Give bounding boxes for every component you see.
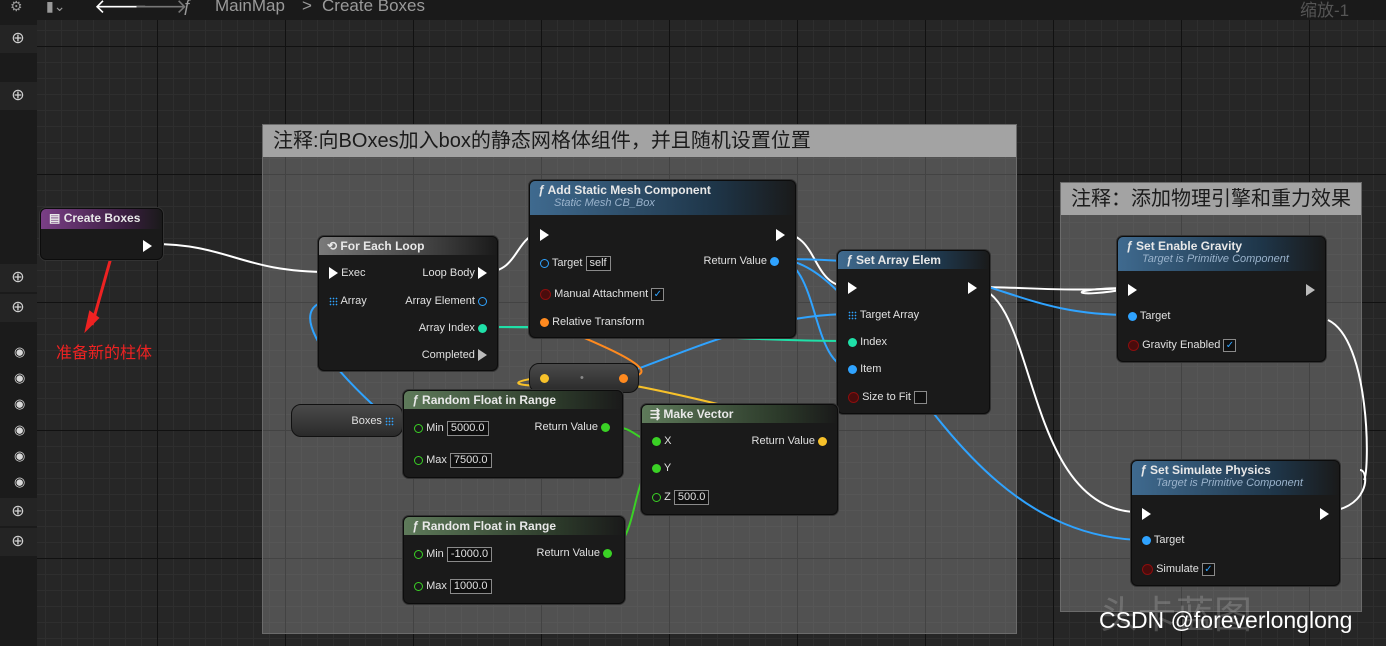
exec-wire (1327, 319, 1368, 481)
reroute-out-pin[interactable] (619, 371, 628, 385)
boxes-variable-node[interactable]: Boxes (291, 404, 403, 437)
return-value-pin[interactable]: Return Value (537, 546, 612, 560)
target-array-pin[interactable]: Target Array (848, 308, 919, 322)
csdn-watermark: CSDN @foreverlonglong (1099, 607, 1353, 633)
reroute-dot: • (580, 372, 584, 384)
x-pin[interactable]: X (652, 434, 671, 448)
node-header: ⇶ Make Vector (642, 405, 837, 423)
function-icon: ƒ (412, 393, 419, 407)
min-value[interactable]: 5000.0 (446, 421, 489, 436)
gravity-enabled-checkbox[interactable]: ✓ (1223, 338, 1237, 352)
exec-wire (151, 243, 331, 273)
target-pin[interactable]: Target self (540, 256, 611, 271)
exec-in-pin[interactable] (1128, 283, 1137, 297)
node-subtitle: Target is Primitive Component (1142, 253, 1289, 265)
node-random-float-2[interactable]: ƒ Random Float in Range Min -1000.0 Max … (403, 516, 625, 604)
target-pin[interactable]: Target (1142, 533, 1184, 547)
node-title: Random Float in Range (422, 393, 557, 407)
function-icon: ƒ (1140, 463, 1147, 477)
exec-out-pin[interactable] (776, 228, 785, 242)
node-header: ƒ Random Float in Range (404, 391, 622, 409)
node-add-static-mesh[interactable]: ƒ Add Static Mesh Component Static Mesh … (529, 180, 796, 338)
node-header: ƒ Set Simulate Physics Target is Primiti… (1132, 461, 1339, 495)
node-create-boxes[interactable]: ▤ Create Boxes (40, 208, 163, 260)
node-set-array-elem[interactable]: ƒ Set Array Elem Target Array Index Item… (837, 250, 990, 414)
node-title: Create Boxes (63, 211, 141, 225)
max-pin[interactable]: Max 1000.0 (414, 579, 492, 594)
exec-in-pin[interactable] (848, 281, 857, 295)
boxes-out-pin[interactable]: Boxes (351, 414, 394, 428)
node-set-enable-gravity[interactable]: ƒ Set Enable Gravity Target is Primitive… (1117, 236, 1326, 362)
return-value-pin[interactable]: Return Value (535, 420, 610, 434)
function-icon: ƒ (412, 519, 419, 533)
node-title: Set Enable Gravity (1136, 239, 1243, 253)
simulate-pin[interactable]: Simulate ✓ (1142, 562, 1215, 576)
annotation-arrow (90, 253, 114, 326)
return-value-pin[interactable]: Return Value (752, 434, 827, 448)
size-to-fit-checkbox[interactable] (914, 390, 928, 404)
node-title: Set Array Elem (856, 253, 941, 267)
max-pin[interactable]: Max 7500.0 (414, 453, 492, 468)
array-element-pin[interactable]: Array Element (405, 294, 487, 308)
gravity-enabled-pin[interactable]: Gravity Enabled ✓ (1128, 338, 1237, 352)
min-value[interactable]: -1000.0 (446, 547, 493, 562)
target-value[interactable]: self (585, 256, 611, 271)
exec-in-pin[interactable] (540, 228, 549, 242)
item-pin[interactable]: Item (848, 362, 881, 376)
reroute-transform-node[interactable]: • (529, 363, 639, 393)
index-pin[interactable]: Index (848, 335, 887, 349)
z-pin[interactable]: Z 500.0 (652, 490, 710, 505)
function-icon: ƒ (538, 183, 545, 197)
exec-in-pin[interactable]: Exec (329, 266, 366, 280)
node-set-simulate-physics[interactable]: ƒ Set Simulate Physics Target is Primiti… (1131, 460, 1340, 586)
array-index-pin[interactable]: Array Index (419, 321, 487, 335)
node-header: ƒ Set Array Elem (838, 251, 989, 269)
node-subtitle: Static Mesh CB_Box (554, 197, 655, 209)
node-header: ▤ Create Boxes (41, 209, 162, 229)
annotation-label: 准备新的柱体 (56, 345, 153, 362)
vector-icon: ⇶ (650, 407, 661, 421)
size-to-fit-pin[interactable]: Size to Fit (848, 390, 928, 404)
min-pin[interactable]: Min 5000.0 (414, 421, 489, 436)
node-title: Make Vector (663, 407, 734, 421)
array-in-pin[interactable]: Array (329, 294, 367, 308)
max-value[interactable]: 7500.0 (449, 453, 492, 468)
manual-attachment-checkbox[interactable]: ✓ (651, 287, 665, 301)
simulate-checkbox[interactable]: ✓ (1201, 562, 1215, 576)
node-title: Set Simulate Physics (1150, 463, 1271, 477)
exec-out-pin[interactable] (968, 281, 977, 295)
relative-transform-pin[interactable]: Relative Transform (540, 315, 644, 329)
z-value[interactable]: 500.0 (673, 490, 710, 505)
manual-attachment-pin[interactable]: Manual Attachment ✓ (540, 287, 665, 301)
node-header: ⟲ For Each Loop (319, 237, 497, 255)
node-title: Add Static Mesh Component (547, 183, 711, 197)
function-icon: ƒ (1126, 239, 1133, 253)
function-icon: ƒ (846, 253, 853, 267)
target-pin[interactable]: Target (1128, 309, 1170, 323)
exec-out-pin[interactable] (1320, 507, 1329, 521)
node-header: ƒ Set Enable Gravity Target is Primitive… (1118, 237, 1325, 271)
node-header: ƒ Random Float in Range (404, 517, 624, 535)
return-value-pin[interactable]: Return Value (704, 254, 779, 268)
loop-body-pin[interactable]: Loop Body (422, 266, 487, 280)
exec-out-pin[interactable] (1306, 283, 1315, 297)
y-pin[interactable]: Y (652, 461, 671, 475)
min-pin[interactable]: Min -1000.0 (414, 547, 493, 562)
node-title: Random Float in Range (422, 519, 557, 533)
node-title: For Each Loop (340, 239, 425, 253)
exec-out-pin[interactable] (143, 239, 152, 253)
function-entry-icon: ▤ (49, 211, 61, 225)
exec-in-pin[interactable] (1142, 507, 1151, 521)
reroute-in-pin[interactable] (540, 371, 549, 385)
node-make-vector[interactable]: ⇶ Make Vector X Y Z 500.0 Return Value (641, 404, 838, 515)
loop-icon: ⟲ (327, 239, 338, 253)
node-for-each-loop[interactable]: ⟲ For Each Loop Exec Array Loop Body Arr… (318, 236, 498, 371)
completed-pin[interactable]: Completed (422, 348, 487, 362)
max-value[interactable]: 1000.0 (449, 579, 492, 594)
node-random-float-1[interactable]: ƒ Random Float in Range Min 5000.0 Max 7… (403, 390, 623, 478)
node-subtitle: Target is Primitive Component (1156, 477, 1303, 489)
node-header: ƒ Add Static Mesh Component Static Mesh … (530, 181, 795, 215)
